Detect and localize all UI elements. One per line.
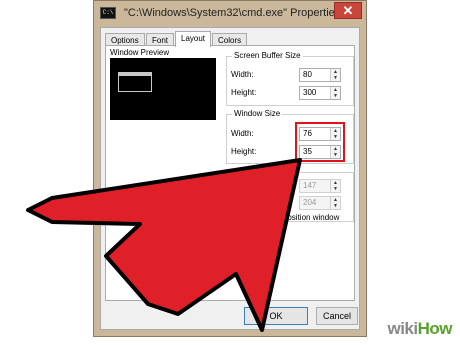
- wikihow-watermark-how: How: [417, 319, 453, 338]
- tab-layout[interactable]: Layout: [175, 31, 212, 47]
- wikihow-watermark-wiki: wiki: [387, 319, 418, 338]
- wikihow-watermark: wikiHow: [387, 319, 452, 339]
- red-pointer-arrow-icon: [26, 158, 302, 332]
